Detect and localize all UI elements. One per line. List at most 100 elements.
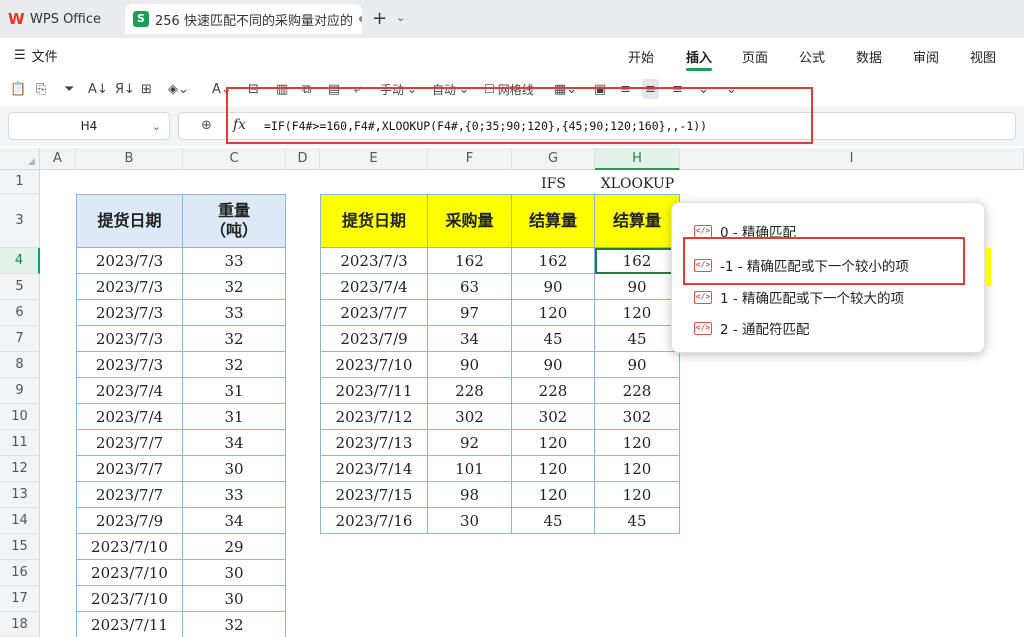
right-table-purchase-cell[interactable]: 302 — [428, 404, 512, 430]
right-table-date-cell[interactable]: 2023/7/9 — [320, 326, 428, 352]
right-table-ifs-cell[interactable]: 45 — [512, 326, 595, 352]
column-header-a[interactable]: A — [40, 148, 76, 170]
name-box[interactable]: H4 ⌄ — [8, 112, 170, 140]
select-all-corner[interactable] — [0, 148, 40, 170]
row-header-8[interactable]: 8 — [0, 352, 40, 378]
tab-wps-office[interactable]: W WPS Office — [8, 6, 101, 32]
left-table-date-cell[interactable]: 2023/7/3 — [76, 326, 183, 352]
row-header-5[interactable]: 5 — [0, 274, 40, 300]
right-table-date-cell[interactable]: 2023/7/14 — [320, 456, 428, 482]
left-table-weight-cell[interactable]: 34 — [183, 430, 286, 456]
right-table-xlookup-cell[interactable]: 45 — [595, 508, 680, 534]
left-table-weight-cell[interactable]: 31 — [183, 404, 286, 430]
fill-color-icon[interactable]: ◈⌄ — [168, 79, 189, 99]
right-table-date-cell[interactable]: 2023/7/11 — [320, 378, 428, 404]
left-table-date-cell[interactable]: 2023/7/7 — [76, 430, 183, 456]
left-table-date-cell[interactable]: 2023/7/11 — [76, 612, 183, 637]
row-header-17[interactable]: 17 — [0, 586, 40, 612]
right-table-ifs-cell[interactable]: 120 — [512, 482, 595, 508]
right-table-xlookup-cell[interactable]: 228 — [595, 378, 680, 404]
right-table-purchase-cell[interactable]: 90 — [428, 352, 512, 378]
left-table-weight-cell[interactable]: 32 — [183, 274, 286, 300]
column-header-c[interactable]: C — [183, 148, 286, 170]
right-table-purchase-cell[interactable]: 162 — [428, 248, 512, 274]
left-table-header[interactable]: 重量 （吨） — [183, 194, 286, 248]
left-table-date-cell[interactable]: 2023/7/3 — [76, 248, 183, 274]
left-table-weight-cell[interactable]: 29 — [183, 534, 286, 560]
left-table-date-cell[interactable]: 2023/7/7 — [76, 456, 183, 482]
right-table-ifs-cell[interactable]: 302 — [512, 404, 595, 430]
row-header-4[interactable]: 4 — [0, 248, 40, 274]
row-header-6[interactable]: 6 — [0, 300, 40, 326]
filter-icon[interactable]: ⏷ — [64, 79, 74, 99]
dropdown-item-wildcard[interactable]: </> 2 - 通配符匹配 — [694, 318, 810, 338]
tab-data[interactable]: 数据 — [856, 47, 882, 66]
row-header-14[interactable]: 14 — [0, 508, 40, 534]
right-table-ifs-cell[interactable]: 120 — [512, 430, 595, 456]
left-table-date-cell[interactable]: 2023/7/4 — [76, 378, 183, 404]
left-table-weight-cell[interactable]: 30 — [183, 586, 286, 612]
left-table-weight-cell[interactable]: 32 — [183, 612, 286, 637]
column-header-g[interactable]: G — [512, 148, 595, 170]
row-header-13[interactable]: 13 — [0, 482, 40, 508]
left-table-weight-cell[interactable]: 32 — [183, 326, 286, 352]
left-table-weight-cell[interactable]: 33 — [183, 482, 286, 508]
paste-special-icon[interactable]: ⎘ — [36, 79, 46, 99]
right-table-header[interactable]: 提货日期 — [320, 194, 428, 248]
right-table-header[interactable]: 采购量 — [428, 194, 512, 248]
tab-list-chevron-icon[interactable]: ⌄ — [396, 11, 405, 24]
right-table-purchase-cell[interactable]: 228 — [428, 378, 512, 404]
left-table-date-cell[interactable]: 2023/7/10 — [76, 560, 183, 586]
right-table-date-cell[interactable]: 2023/7/3 — [320, 248, 428, 274]
left-table-weight-cell[interactable]: 30 — [183, 560, 286, 586]
right-table-purchase-cell[interactable]: 30 — [428, 508, 512, 534]
right-table-purchase-cell[interactable]: 101 — [428, 456, 512, 482]
right-table-ifs-cell[interactable]: 45 — [512, 508, 595, 534]
right-table-date-cell[interactable]: 2023/7/15 — [320, 482, 428, 508]
left-table-date-cell[interactable]: 2023/7/3 — [76, 274, 183, 300]
border-icon[interactable]: ⊞ — [141, 79, 152, 99]
right-table-ifs-cell[interactable]: 90 — [512, 352, 595, 378]
row-header-1[interactable]: 1 — [0, 170, 40, 194]
paste-icon[interactable]: 📋 — [10, 79, 26, 99]
tab-page[interactable]: 页面 — [742, 47, 768, 66]
left-table-date-cell[interactable]: 2023/7/3 — [76, 300, 183, 326]
column-header-h[interactable]: H — [595, 148, 680, 170]
right-table-purchase-cell[interactable]: 98 — [428, 482, 512, 508]
right-table-purchase-cell[interactable]: 34 — [428, 326, 512, 352]
new-tab-plus-icon[interactable]: + — [372, 8, 387, 29]
right-table-purchase-cell[interactable]: 92 — [428, 430, 512, 456]
sort-ascending-icon[interactable]: A↓ — [88, 79, 108, 99]
right-table-xlookup-cell[interactable]: 120 — [595, 430, 680, 456]
left-table-weight-cell[interactable]: 30 — [183, 456, 286, 482]
row-header-16[interactable]: 16 — [0, 560, 40, 586]
right-table-xlookup-cell[interactable]: 302 — [595, 404, 680, 430]
right-table-date-cell[interactable]: 2023/7/13 — [320, 430, 428, 456]
row-header-9[interactable]: 9 — [0, 378, 40, 404]
right-table-xlookup-cell[interactable]: 120 — [595, 300, 680, 326]
tab-document[interactable]: S 256 快速匹配不同的采购量对应的 — [125, 4, 362, 34]
row-header-11[interactable]: 11 — [0, 430, 40, 456]
column-header-f[interactable]: F — [428, 148, 512, 170]
tab-start[interactable]: 开始 — [628, 47, 654, 66]
column-header-d[interactable]: D — [286, 148, 320, 170]
tab-view[interactable]: 视图 — [970, 47, 996, 66]
right-table-xlookup-cell[interactable]: 120 — [595, 456, 680, 482]
right-table-xlookup-cell[interactable]: 45 — [595, 326, 680, 352]
dropdown-item-next-larger[interactable]: </> 1 - 精确匹配或下一个较大的项 — [694, 287, 904, 307]
tab-insert[interactable]: 插入 — [686, 47, 712, 66]
left-table-weight-cell[interactable]: 32 — [183, 352, 286, 378]
row-header-7[interactable]: 7 — [0, 326, 40, 352]
right-table-xlookup-cell[interactable]: 120 — [595, 482, 680, 508]
left-table-date-cell[interactable]: 2023/7/10 — [76, 586, 183, 612]
right-table-header[interactable]: 结算量 — [595, 194, 680, 248]
right-table-date-cell[interactable]: 2023/7/4 — [320, 274, 428, 300]
tab-formula[interactable]: 公式 — [799, 47, 825, 66]
row-header-18[interactable]: 18 — [0, 612, 40, 637]
right-table-purchase-cell[interactable]: 63 — [428, 274, 512, 300]
active-cell-h4[interactable] — [595, 248, 680, 274]
name-box-chevron-icon[interactable]: ⌄ — [152, 120, 161, 133]
right-table-xlookup-cell[interactable]: 90 — [595, 274, 680, 300]
left-table-date-cell[interactable]: 2023/7/10 — [76, 534, 183, 560]
right-table-date-cell[interactable]: 2023/7/7 — [320, 300, 428, 326]
